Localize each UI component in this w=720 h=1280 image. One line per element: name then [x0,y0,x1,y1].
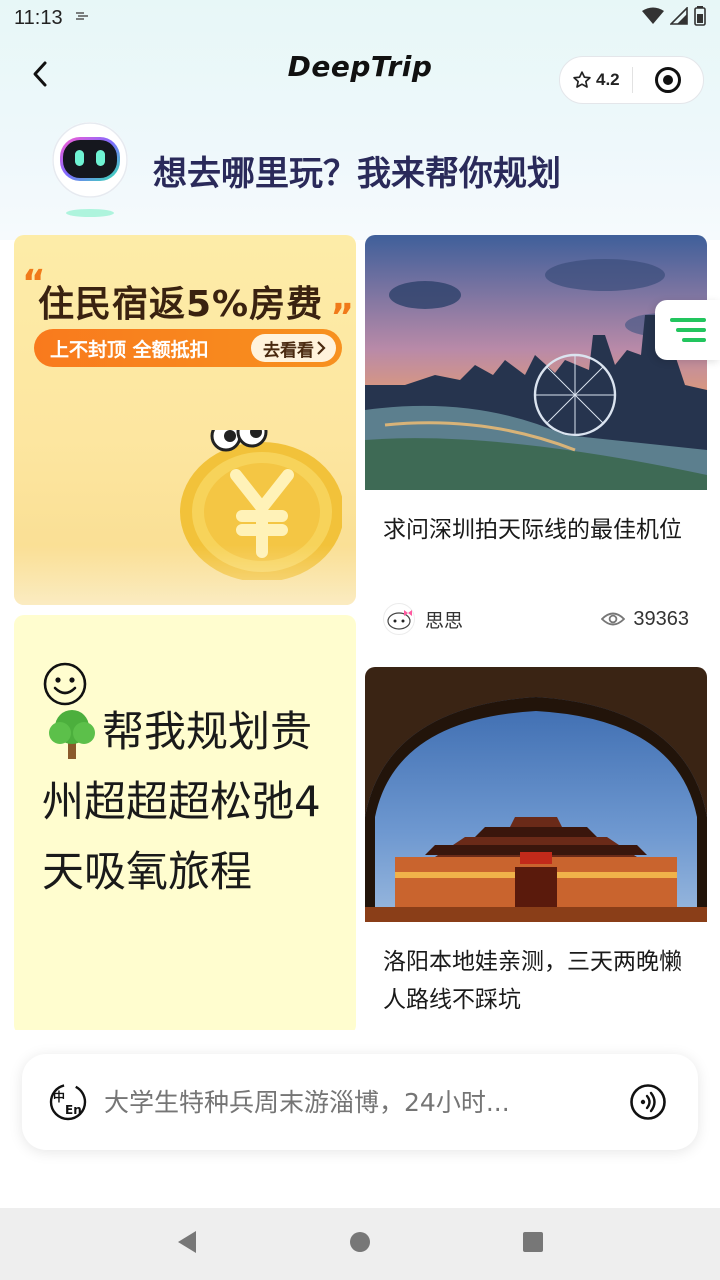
chat-input-bar[interactable]: 中 En [22,1054,698,1150]
robot-mascot-icon [48,120,128,220]
nav-home-icon[interactable] [347,1229,373,1259]
ai-prompt-text: 帮我规划贵州超超超松弛4天吸氧旅程 [42,707,321,896]
feed-card-meta: 思思 39363 [383,601,689,637]
svg-text:En: En [65,1103,82,1117]
view-count: 39363 [601,608,689,631]
author-avatar[interactable] [383,603,415,635]
rating-value: 4.2 [596,70,620,89]
battery-icon [694,5,706,31]
nav-back-icon[interactable] [174,1228,200,1260]
promo-subline: 上不封顶 全额抵扣 [50,338,209,361]
signal-icon [669,6,688,30]
voice-input-button[interactable] [628,1082,668,1122]
view-count-value: 39363 [633,607,689,630]
promo-headline: 住民宿返5%房费 [38,284,324,325]
nav-recents-icon[interactable] [520,1229,546,1259]
ai-prompt-card[interactable]: 帮我规划贵州超超超松弛4天吸氧旅程 [14,615,356,1035]
rating-button[interactable]: 4.2 [560,70,632,90]
app-header: DeepTrip 4.2 [0,44,720,104]
feed-card[interactable]: 洛阳本地娃亲测，三天两晚懒人路线不踩坑 [365,667,707,1037]
feed-card-title: 洛阳本地娃亲测，三天两晚懒人路线不踩坑 [383,949,682,1013]
promo-go-button[interactable]: 去看看 [251,334,336,362]
wifi-icon [642,6,664,30]
notification-icon [75,10,89,26]
menu-lines-icon [669,318,706,342]
chevron-right-icon [317,341,326,355]
chat-input[interactable] [104,1087,584,1117]
author-name: 思思 [425,609,464,632]
translate-icon[interactable]: 中 En [48,1082,88,1122]
promo-fade [14,545,356,605]
eye-icon [601,612,626,626]
close-miniprogram-button[interactable] [633,66,703,94]
system-navigation-bar [0,1208,720,1280]
greeting-text: 想去哪里玩？我来帮你规划 [153,154,561,194]
status-bar: 11:13 [0,0,720,36]
promo-subline-bar: 上不封顶 全额抵扣 去看看 [34,329,342,367]
promo-card[interactable]: “ 住民宿返5%房费 ” 上不封顶 全额抵扣 去看看 [14,235,356,605]
feed-card-title: 求问深圳拍天际线的最佳机位 [383,517,682,543]
feed-card[interactable]: 求问深圳拍天际线的最佳机位 思思 39363 [365,235,707,658]
shenzhen-skyline-image [365,235,707,490]
voice-wave-icon [630,1084,666,1120]
promo-go-label: 去看看 [263,340,314,361]
target-circle-icon [655,67,681,93]
status-time: 11:13 [14,6,63,29]
svg-text:中: 中 [53,1089,65,1104]
assistant-greeting: 想去哪里玩？我来帮你规划 [48,120,688,220]
mini-program-capsule: 4.2 [559,56,704,104]
menu-button[interactable] [655,300,720,360]
star-icon [573,71,591,88]
luoyang-gate-image [365,667,707,922]
